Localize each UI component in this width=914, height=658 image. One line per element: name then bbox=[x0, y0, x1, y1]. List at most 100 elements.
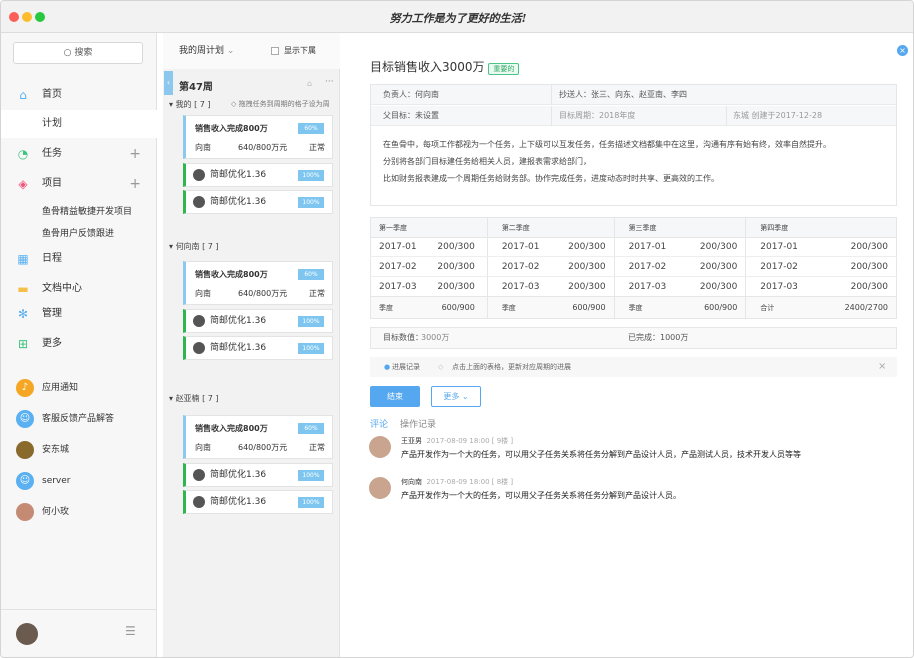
title-bar: 努力工作是为了更好的生活! bbox=[1, 1, 913, 33]
close-icon[interactable]: × bbox=[897, 45, 908, 56]
subtask-title: 简邮优化1.36 bbox=[210, 170, 267, 180]
app-item-feedback[interactable]: ☺ 客服反馈产品解答 bbox=[1, 406, 157, 432]
sidebar-footer: ☰ bbox=[1, 609, 157, 657]
task-card[interactable]: 销售收入完成800万 60% 向南 640/800万元 正常 bbox=[183, 261, 333, 305]
add-task-button[interactable]: + bbox=[129, 140, 141, 168]
value-cell[interactable]: 200/300 bbox=[553, 256, 615, 277]
task-amount: 640/800万元 bbox=[238, 143, 288, 152]
more-icon[interactable]: ··· bbox=[325, 77, 334, 87]
avatar[interactable] bbox=[16, 623, 38, 645]
nav-item-plan[interactable]: 计划 bbox=[1, 110, 157, 138]
month-cell: 2017-01 bbox=[745, 237, 822, 257]
avatar[interactable] bbox=[369, 477, 391, 499]
grid-icon: ⊞ bbox=[17, 337, 29, 351]
value-cell[interactable]: 200/300 bbox=[432, 237, 488, 257]
caret-down-icon: ▾ bbox=[169, 100, 174, 109]
tab-operation-log[interactable]: 操作记录 bbox=[400, 417, 436, 430]
task-status: 正常 bbox=[309, 443, 325, 452]
app-item-server[interactable]: ☺ server bbox=[1, 468, 157, 494]
menu-collapse-icon[interactable]: ☰ bbox=[125, 624, 136, 638]
goal-info-box: 负责人：何向南 抄送人：张三、向东、赵亚南、李四 父目标：未设置 目标周期： 2… bbox=[370, 84, 897, 206]
value-cell[interactable]: 200/300 bbox=[821, 276, 897, 297]
page-title: 目标销售收入3000万 重要的 bbox=[370, 58, 520, 75]
value-cell[interactable]: 200/300 bbox=[821, 256, 897, 277]
task-title: 销售收入完成800万 bbox=[195, 424, 268, 433]
progress-badge: 100% bbox=[298, 470, 324, 481]
subtask-card[interactable]: 简邮优化1.36 100% bbox=[183, 336, 333, 360]
group-name: 我的 [ 7 ] bbox=[175, 100, 211, 109]
value-cell[interactable]: 200/300 bbox=[683, 276, 747, 297]
table-row[interactable]: 2017-02 200/300 2017-02 200/300 2017-02 200… bbox=[370, 256, 897, 277]
table-row[interactable]: 2017-01 200/300 2017-01 200/300 2017-01 200… bbox=[370, 237, 897, 257]
value-cell[interactable]: 200/300 bbox=[432, 276, 488, 297]
progress-badge: 60% bbox=[298, 123, 324, 134]
nav-label: 更多 bbox=[42, 338, 62, 349]
subtask-card[interactable]: 简邮优化1.36 100% bbox=[183, 309, 333, 333]
subtask-card[interactable]: 简邮优化1.36 100% bbox=[183, 490, 333, 514]
nav-item-home[interactable]: ⌂ 首页 bbox=[1, 81, 157, 109]
lock-icon[interactable]: ⌂ bbox=[307, 79, 312, 88]
subtask-title: 简邮优化1.36 bbox=[210, 316, 267, 326]
task-card[interactable]: 销售收入完成800万 60% 向南 640/800万元 正常 bbox=[183, 415, 333, 459]
collapse-left-icon[interactable]: ‹ bbox=[164, 71, 173, 95]
group-name: 何向南 [ 7 ] bbox=[175, 242, 219, 251]
app-item-contact[interactable]: 安东城 bbox=[1, 437, 157, 463]
show-sub-checkbox[interactable] bbox=[271, 47, 279, 55]
comment-author[interactable]: 何向南 bbox=[401, 478, 422, 486]
value-cell[interactable]: 200/300 bbox=[683, 256, 747, 277]
value-cell[interactable]: 200/300 bbox=[553, 237, 615, 257]
period[interactable]: 2018年度 bbox=[599, 106, 635, 126]
nav-item-more[interactable]: ⊞ 更多 bbox=[1, 330, 157, 358]
task-owner: 向南 bbox=[195, 289, 211, 298]
nav-item-schedule[interactable]: ▦ 日程 bbox=[1, 245, 157, 273]
more-button[interactable]: 更多 ⌄ bbox=[431, 386, 481, 407]
nav-label: 任务 bbox=[42, 148, 62, 159]
comment-text: 产品开发作为一个大的任务，可以用父子任务关系将任务分解到产品设计人员。 bbox=[401, 491, 681, 500]
group-header[interactable]: ▾ 赵亚楠 [ 7 ] bbox=[169, 393, 219, 404]
value-cell[interactable]: 200/300 bbox=[553, 276, 615, 297]
nav-item-task[interactable]: ◔ 任务 + bbox=[1, 140, 157, 168]
value-cell[interactable]: 200/300 bbox=[432, 256, 488, 277]
nav-item-project[interactable]: ◈ 项目 + bbox=[1, 170, 157, 198]
table-row[interactable]: 2017-03 200/300 2017-03 200/300 2017-03 200… bbox=[370, 276, 897, 297]
plan-selector[interactable]: 我的周计划 ⌄ bbox=[179, 33, 234, 69]
end-button[interactable]: 结束 bbox=[370, 386, 420, 407]
task-owner: 向南 bbox=[195, 143, 211, 152]
task-card[interactable]: 销售收入完成800万 60% 向南 640/800万元 正常 bbox=[183, 115, 333, 159]
avatar bbox=[16, 441, 34, 459]
progress-badge: 100% bbox=[298, 197, 324, 208]
target-label: 目标数值： bbox=[383, 333, 423, 342]
nav-label: 文档中心 bbox=[42, 283, 82, 294]
comment-author[interactable]: 王亚男 bbox=[401, 437, 422, 445]
subtask-card[interactable]: 简邮优化1.36 100% bbox=[183, 463, 333, 487]
group-header[interactable]: ▾ 我的 [ 7 ] bbox=[169, 99, 211, 110]
value-cell[interactable]: 200/300 bbox=[683, 237, 747, 257]
search-input[interactable]: ○ 搜索 bbox=[13, 42, 143, 64]
subtask-card[interactable]: 简邮优化1.36 100% bbox=[183, 190, 333, 214]
month-cell: 2017-01 bbox=[487, 237, 554, 257]
nav-item-docs[interactable]: ▬ 文档中心 bbox=[1, 275, 157, 303]
comment-time: 2017-08-09 18:00 [ 9楼 ] bbox=[426, 437, 514, 445]
app-item-notice[interactable]: ♪ 应用通知 bbox=[1, 375, 157, 401]
group-name: 赵亚楠 [ 7 ] bbox=[175, 394, 219, 403]
more-button-label: 更多 bbox=[443, 392, 460, 401]
value-cell[interactable]: 200/300 bbox=[821, 237, 897, 257]
group-header[interactable]: ▾ 何向南 [ 7 ] bbox=[169, 241, 219, 252]
drag-hint: ◇ 拖拽任务到周期的格子设为周 bbox=[231, 99, 339, 109]
add-project-button[interactable]: + bbox=[129, 170, 141, 198]
project-item[interactable]: 鱼骨精益敏捷开发项目 bbox=[42, 204, 132, 217]
cc[interactable]: 抄送人：张三、向东、赵亚南、李四 bbox=[559, 85, 687, 105]
tab-comments[interactable]: 评论 bbox=[370, 417, 388, 430]
nav-item-manage[interactable]: ✻ 管理 bbox=[1, 300, 157, 328]
avatar[interactable] bbox=[369, 436, 391, 458]
app-item-contact[interactable]: 何小玫 bbox=[1, 499, 157, 525]
owner[interactable]: 负责人：何向南 bbox=[383, 85, 439, 105]
month-cell: 2017-02 bbox=[370, 256, 433, 277]
project-item[interactable]: 鱼骨用户反馈跟进 bbox=[42, 226, 114, 239]
parent-goal[interactable]: 父目标：未设置 bbox=[383, 106, 439, 126]
subtask-card[interactable]: 简邮优化1.36 100% bbox=[183, 163, 333, 187]
close-icon[interactable]: × bbox=[878, 357, 886, 377]
done-value: 已完成：1000万 bbox=[628, 333, 689, 342]
subtask-title: 简邮优化1.36 bbox=[210, 343, 267, 353]
progress-log-bar[interactable]: ● 进展记录 ◇ 点击上面的表格，更新对应周期的进展 × bbox=[370, 357, 897, 377]
